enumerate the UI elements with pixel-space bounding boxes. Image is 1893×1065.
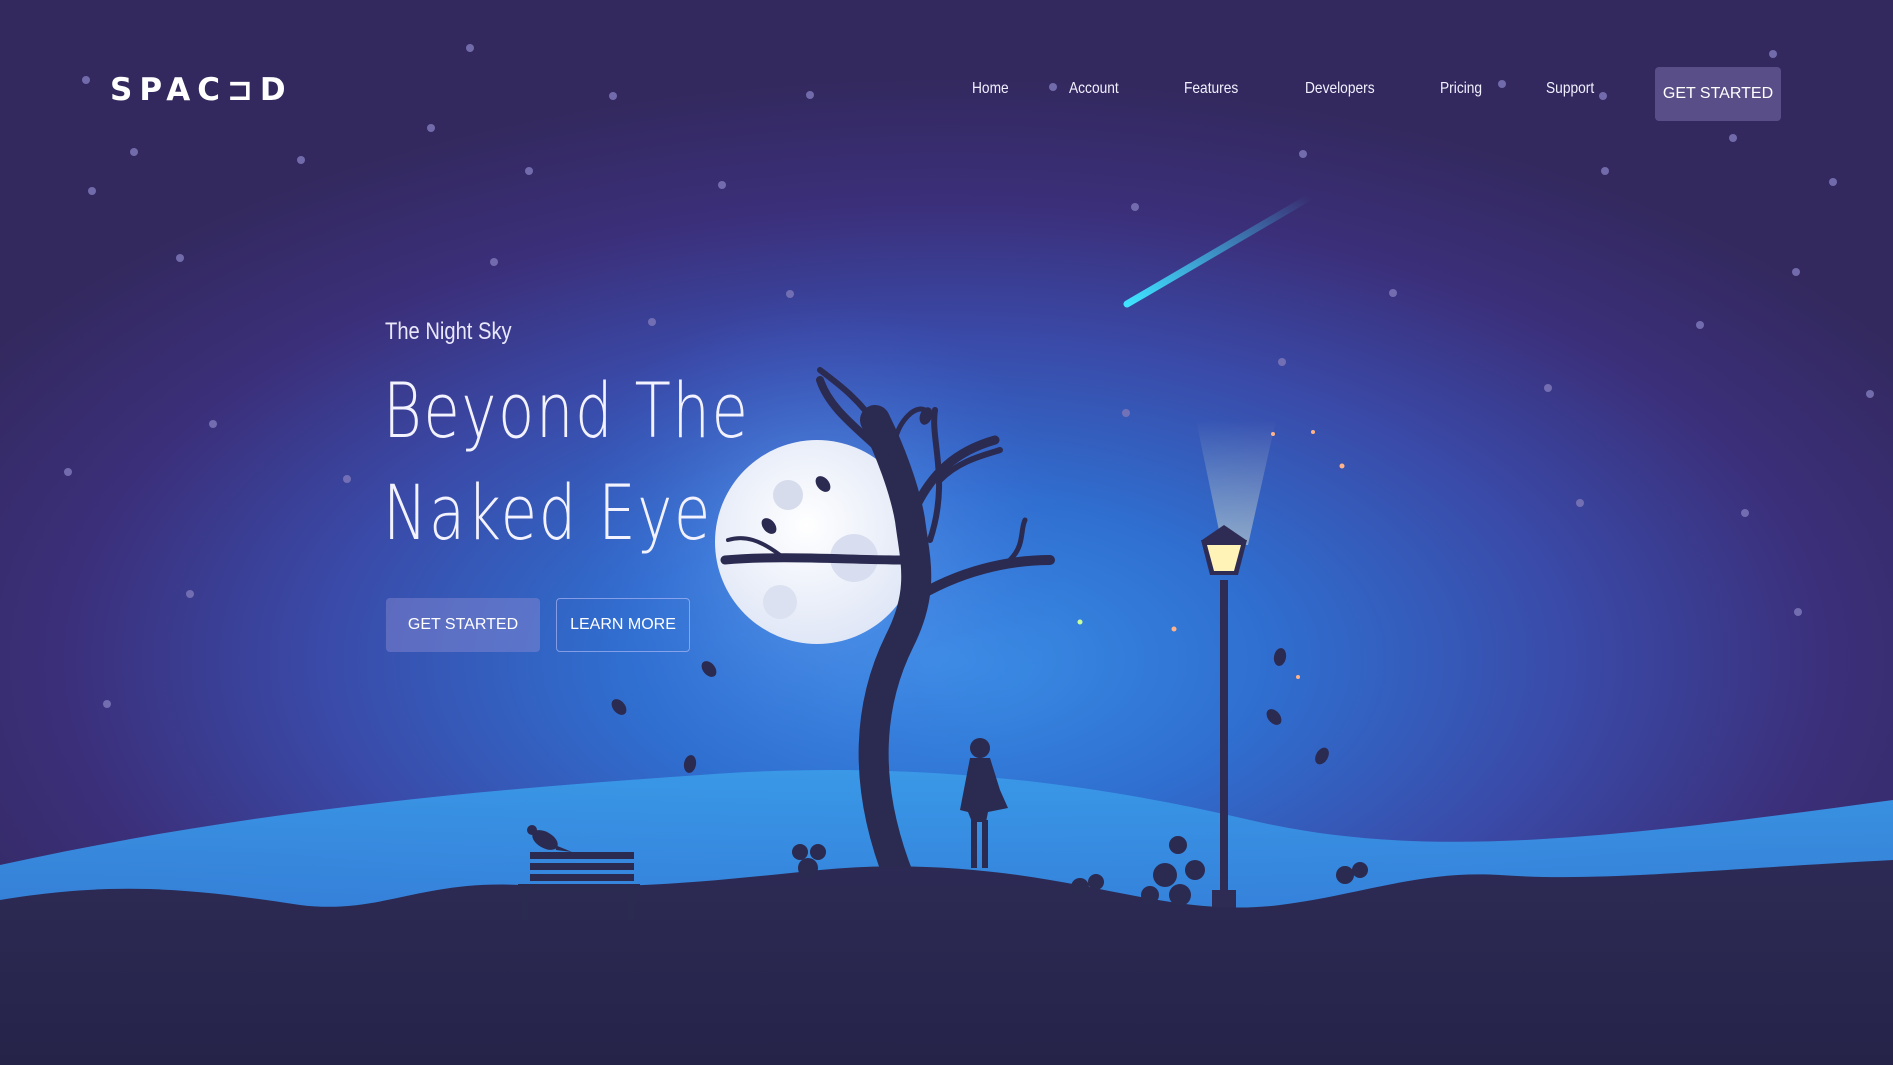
nav-get-started-button[interactable]: GET STARTED [1655, 67, 1781, 121]
hero-title-line-2: Naked Eye [383, 468, 712, 557]
hero-title: Beyond The Naked Eye [383, 360, 750, 564]
nav-item-developers[interactable]: Developers [1305, 80, 1375, 98]
nav-item-features[interactable]: Features [1184, 80, 1238, 98]
nav-item-pricing[interactable]: Pricing [1440, 80, 1482, 98]
nav-item-support[interactable]: Support [1546, 80, 1594, 98]
hero-learn-more-button[interactable]: LEARN MORE [556, 598, 690, 652]
main-navigation: Home Account Features Developers Pricing… [0, 80, 1893, 110]
night-scene-illustration [0, 44, 1893, 1065]
hero-eyebrow: The Night Sky [385, 318, 512, 345]
shooting-star [1123, 193, 1314, 308]
hero-title-line-1: Beyond The [383, 366, 750, 455]
nav-item-home[interactable]: Home [972, 80, 1009, 98]
nav-item-account[interactable]: Account [1069, 80, 1119, 98]
hero-get-started-button[interactable]: GET STARTED [386, 598, 540, 652]
